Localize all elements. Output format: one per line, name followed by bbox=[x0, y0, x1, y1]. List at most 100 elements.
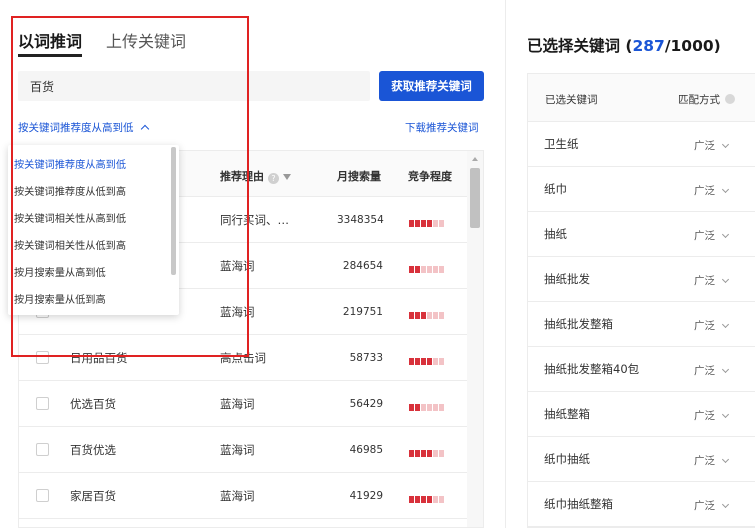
header-volume[interactable]: 月搜索量 bbox=[337, 168, 381, 184]
competition-segment bbox=[427, 404, 432, 411]
sort-order-toggle[interactable]: 按关键词推荐度从高到低 bbox=[18, 120, 149, 135]
table-row[interactable]: 家居百货 蓝海词 41929 bbox=[19, 473, 467, 519]
match-type-select[interactable]: 广泛 bbox=[694, 138, 730, 153]
selected-keyword: 抽纸批发 bbox=[544, 272, 590, 286]
row-reason: 蓝海词 bbox=[220, 443, 255, 457]
header-match-type: 匹配方式 bbox=[678, 92, 735, 107]
selected-keyword: 抽纸 bbox=[544, 227, 567, 241]
download-recommended-keywords-link[interactable]: 下载推荐关键词 bbox=[405, 120, 479, 135]
row-monthly-volume: 46985 bbox=[349, 444, 383, 456]
selected-keyword-row: 抽纸批发整箱 广泛 bbox=[528, 302, 755, 347]
match-type-select[interactable]: 广泛 bbox=[694, 408, 730, 423]
selected-table-header: 已选关键词 匹配方式 bbox=[528, 74, 755, 122]
sort-option[interactable]: 按关键词相关性从低到高 bbox=[14, 237, 126, 252]
match-type-value: 广泛 bbox=[694, 140, 715, 152]
competition-segment bbox=[427, 312, 432, 319]
selected-keyword-row: 抽纸批发 广泛 bbox=[528, 257, 755, 302]
sort-order-label: 按关键词推荐度从高到低 bbox=[18, 122, 134, 134]
competition-segment bbox=[409, 358, 414, 365]
competition-segment bbox=[409, 266, 414, 273]
sort-option[interactable]: 按关键词推荐度从高到低 bbox=[14, 156, 126, 171]
sort-option[interactable]: 按关键词推荐度从低到高 bbox=[14, 183, 126, 198]
competition-segment bbox=[439, 266, 444, 273]
tab-keyword-to-keyword[interactable]: 以词推词 bbox=[18, 28, 82, 52]
competition-bar bbox=[409, 355, 445, 365]
header-reason[interactable]: 推荐理由? bbox=[220, 168, 291, 184]
competition-segment bbox=[421, 220, 426, 227]
sort-order-dropdown: 按关键词推荐度从高到低 按关键词推荐度从低到高 按关键词相关性从高到低 按关键词相关性… bbox=[8, 145, 179, 315]
table-row[interactable]: 百货优选 蓝海词 46985 bbox=[19, 427, 467, 473]
table-row[interactable]: 优选百货 蓝海词 56429 bbox=[19, 381, 467, 427]
selected-keyword-row: 抽纸整箱 广泛 bbox=[528, 392, 755, 437]
chevron-down-icon bbox=[721, 365, 730, 374]
get-recommended-keywords-button[interactable]: 获取推荐关键词 bbox=[379, 71, 484, 101]
selected-keyword-row: 纸巾 广泛 bbox=[528, 167, 755, 212]
row-checkbox[interactable] bbox=[36, 397, 49, 410]
row-keyword: 百货优选 bbox=[70, 443, 116, 457]
chevron-down-icon bbox=[721, 320, 730, 329]
competition-segment bbox=[439, 358, 444, 365]
help-icon[interactable] bbox=[725, 94, 735, 104]
header-competition[interactable]: 竞争程度 bbox=[408, 168, 452, 184]
seed-keyword-input[interactable] bbox=[18, 71, 370, 101]
chevron-down-icon bbox=[721, 275, 730, 284]
table-scrollbar[interactable] bbox=[467, 151, 483, 527]
match-type-select[interactable]: 广泛 bbox=[694, 363, 730, 378]
competition-segment bbox=[415, 220, 420, 227]
match-type-value: 广泛 bbox=[694, 500, 715, 512]
selected-keyword-row: 抽纸批发整箱40包 广泛 bbox=[528, 347, 755, 392]
match-type-select[interactable]: 广泛 bbox=[694, 453, 730, 468]
row-reason: 蓝海词 bbox=[220, 489, 255, 503]
tab-upload-keywords[interactable]: 上传关键词 bbox=[106, 28, 186, 52]
match-type-value: 广泛 bbox=[694, 410, 715, 422]
competition-segment bbox=[415, 312, 420, 319]
selected-keyword: 卫生纸 bbox=[544, 137, 579, 151]
match-type-value: 广泛 bbox=[694, 185, 715, 197]
selected-total: /1000) bbox=[664, 37, 721, 55]
match-type-select[interactable]: 广泛 bbox=[694, 183, 730, 198]
header-match-type-label: 匹配方式 bbox=[678, 94, 720, 106]
row-reason: 蓝海词 bbox=[220, 259, 255, 273]
sort-option[interactable]: 按月搜索量从高到低 bbox=[14, 264, 106, 279]
competition-bar bbox=[409, 263, 445, 273]
dropdown-scrollbar[interactable] bbox=[171, 147, 176, 275]
competition-segment bbox=[421, 358, 426, 365]
row-monthly-volume: 3348354 bbox=[337, 214, 384, 226]
competition-segment bbox=[409, 404, 414, 411]
header-reason-label: 推荐理由 bbox=[220, 170, 264, 183]
chevron-down-icon bbox=[721, 230, 730, 239]
competition-segment bbox=[433, 404, 438, 411]
competition-segment bbox=[421, 404, 426, 411]
match-type-select[interactable]: 广泛 bbox=[694, 318, 730, 333]
selected-keywords-title: 已选择关键词 (287/1000) bbox=[527, 34, 721, 56]
help-icon[interactable]: ? bbox=[268, 173, 279, 184]
scrollbar-thumb[interactable] bbox=[470, 168, 480, 228]
row-checkbox[interactable] bbox=[36, 489, 49, 502]
competition-segment bbox=[415, 496, 420, 503]
scroll-up-arrow-icon[interactable] bbox=[472, 157, 478, 161]
filter-icon[interactable] bbox=[283, 174, 291, 180]
row-checkbox[interactable] bbox=[36, 443, 49, 456]
row-monthly-volume: 41929 bbox=[349, 490, 383, 502]
table-row[interactable]: 日用品百货 高点击词 58733 bbox=[19, 335, 467, 381]
competition-bar bbox=[409, 217, 445, 227]
competition-segment bbox=[427, 220, 432, 227]
selected-keyword-row: 抽纸 广泛 bbox=[528, 212, 755, 257]
competition-segment bbox=[409, 450, 414, 457]
sort-option[interactable]: 按关键词相关性从高到低 bbox=[14, 210, 126, 225]
competition-segment bbox=[439, 450, 444, 457]
selected-keyword-row: 纸巾抽纸整箱 广泛 bbox=[528, 482, 755, 527]
row-checkbox[interactable] bbox=[36, 351, 49, 364]
match-type-value: 广泛 bbox=[694, 365, 715, 377]
sort-option[interactable]: 按月搜索量从低到高 bbox=[14, 291, 106, 306]
row-monthly-volume: 56429 bbox=[349, 398, 383, 410]
competition-bar bbox=[409, 447, 445, 457]
competition-segment bbox=[415, 404, 420, 411]
competition-segment bbox=[433, 220, 438, 227]
header-selected-keyword: 已选关键词 bbox=[545, 94, 598, 106]
competition-segment bbox=[409, 312, 414, 319]
match-type-select[interactable]: 广泛 bbox=[694, 228, 730, 243]
match-type-select[interactable]: 广泛 bbox=[694, 498, 730, 513]
match-type-value: 广泛 bbox=[694, 230, 715, 242]
match-type-select[interactable]: 广泛 bbox=[694, 273, 730, 288]
